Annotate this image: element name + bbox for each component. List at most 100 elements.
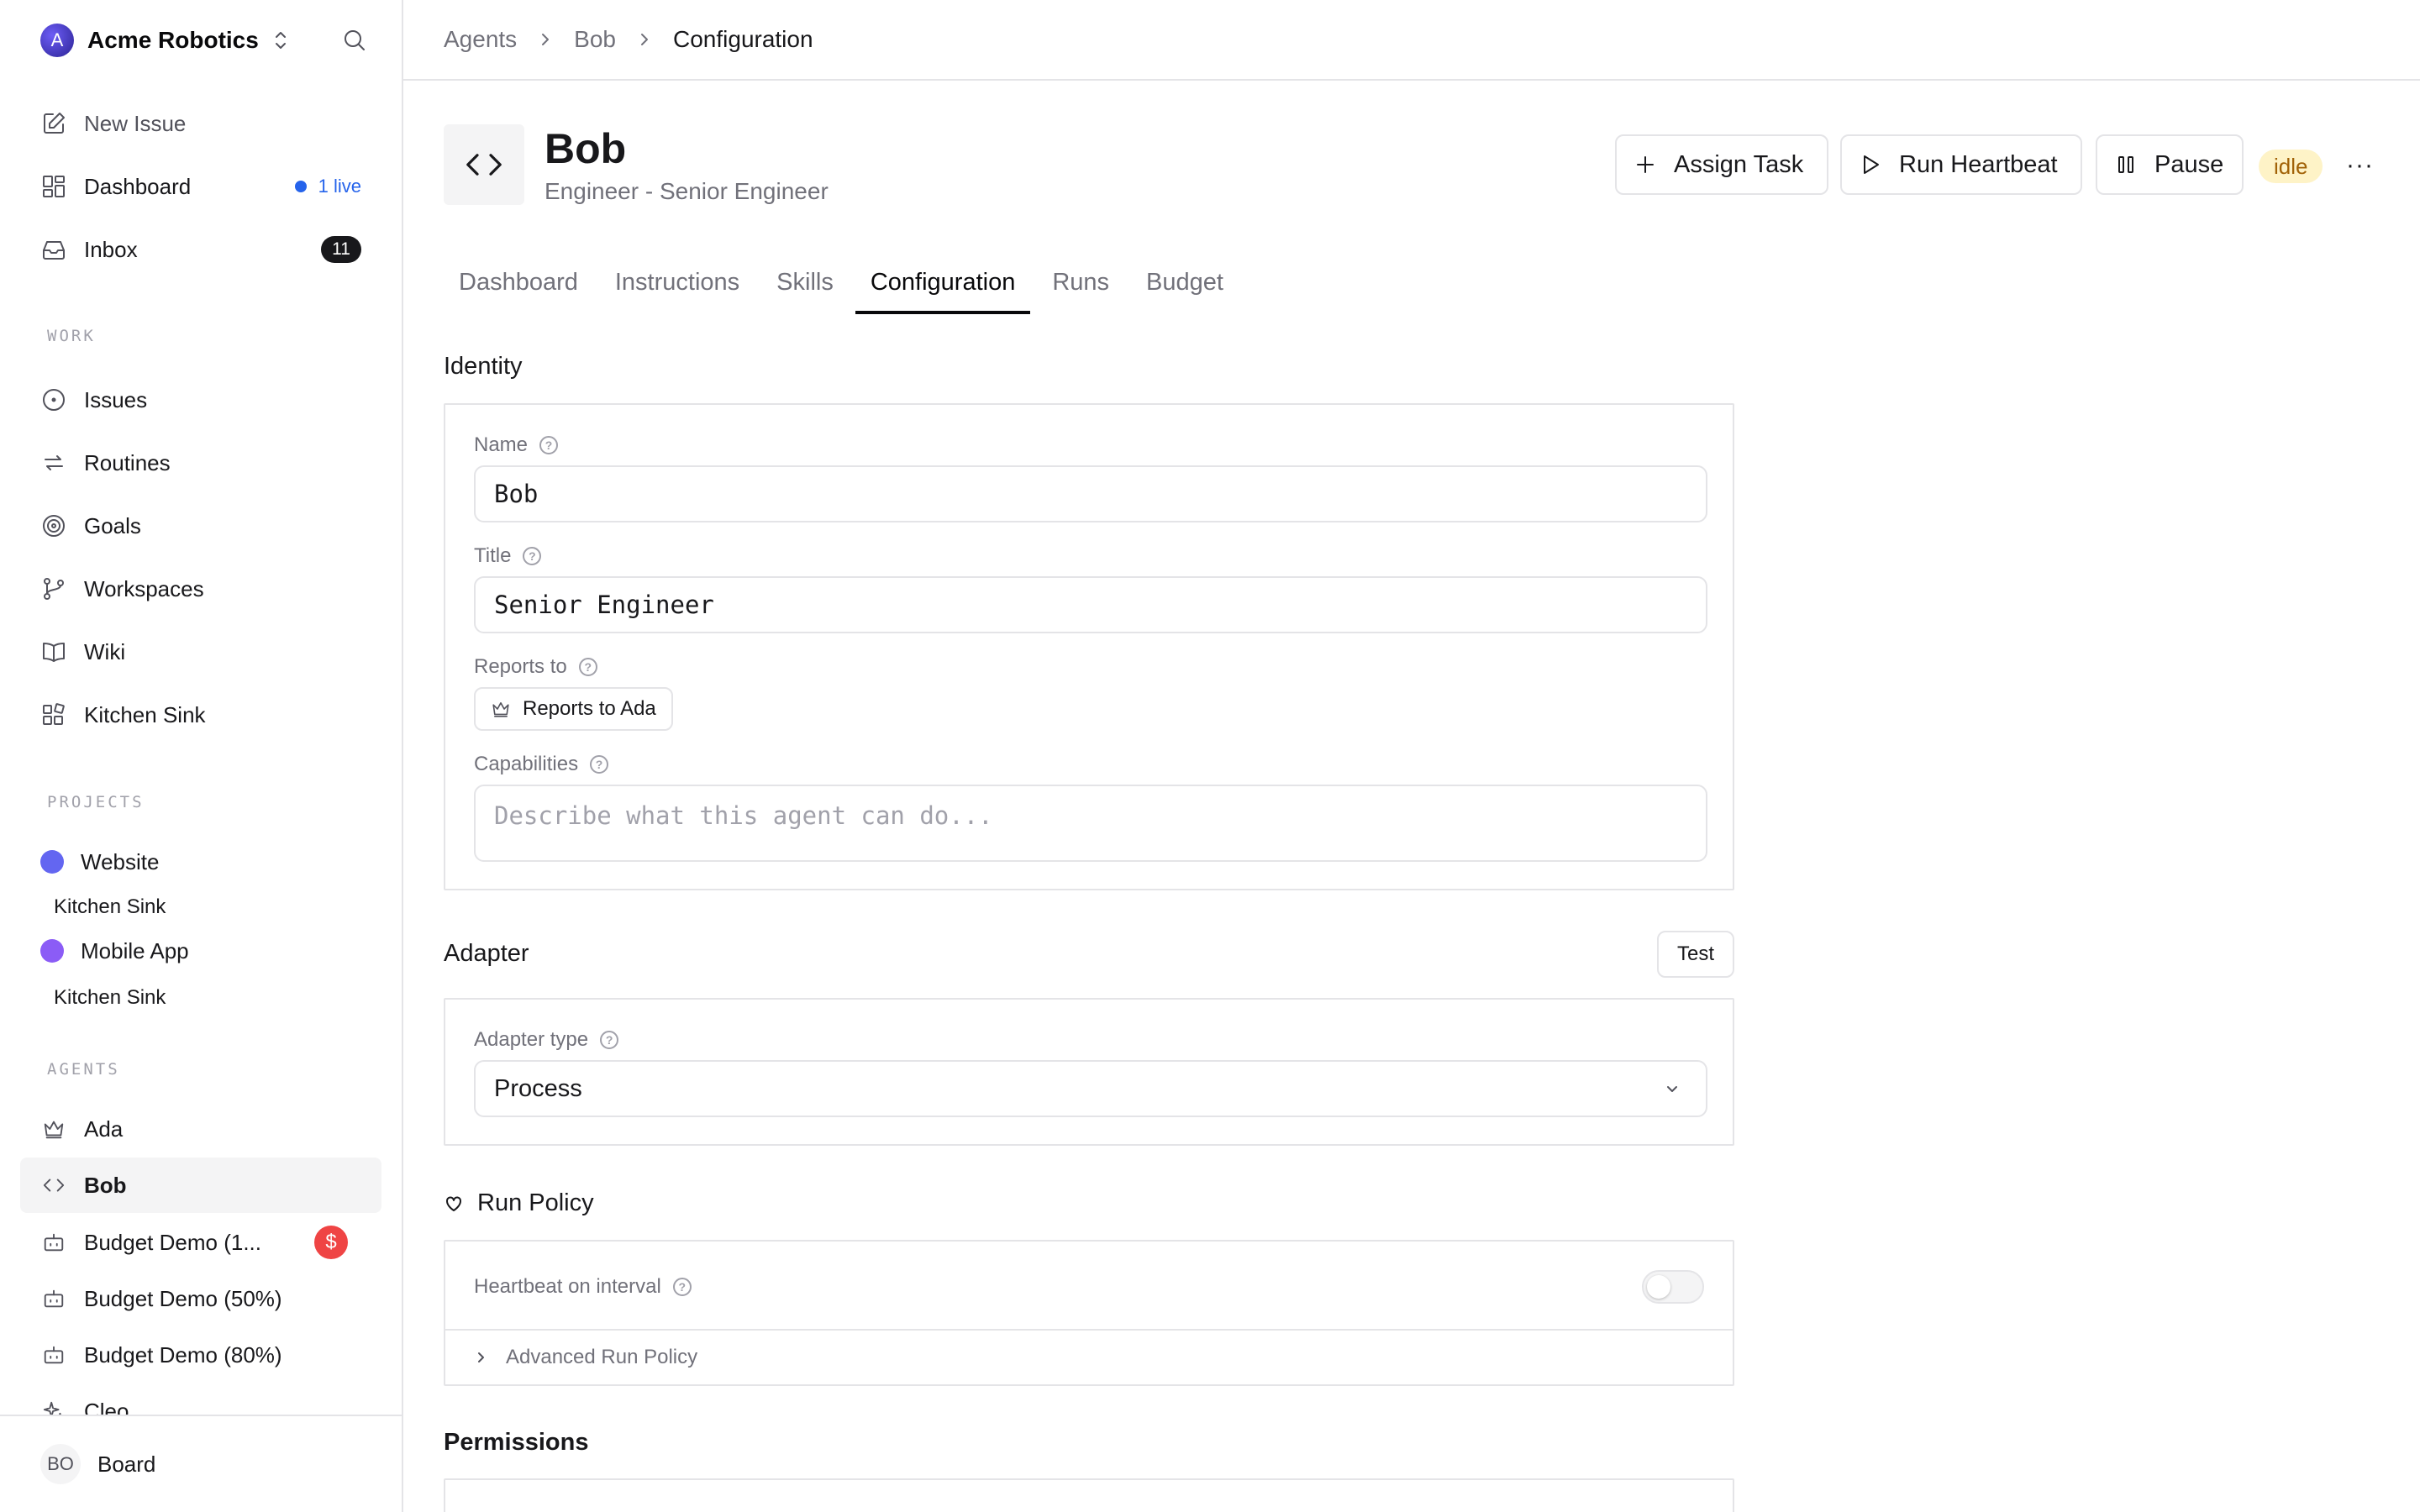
chevron-down-icon [1664, 1080, 1681, 1097]
sidebar-item-label: New Issue [84, 110, 187, 136]
tab-runs[interactable]: Runs [1037, 252, 1124, 312]
sidebar-item-inbox[interactable]: Inbox 11 [20, 222, 381, 277]
sidebar-item-label: Goals [84, 512, 141, 538]
sidebar: A Acme Robotics New Issue Dashboard 1 li… [0, 0, 403, 1512]
sidebar-item-agent-budget-demo-50[interactable]: Budget Demo (50%) [20, 1271, 381, 1326]
help-icon[interactable]: ? [672, 1278, 692, 1296]
tab-instructions[interactable]: Instructions [600, 252, 755, 312]
heartbeat-interval-label: Heartbeat on interval ? [474, 1275, 692, 1299]
sidebar-item-issues[interactable]: Issues [20, 372, 381, 428]
sidebar-item-label: Mobile App [81, 937, 189, 963]
identity-card: Name ? Bob Title ? Senior Engineer Repor… [444, 403, 1734, 890]
live-dot-icon [294, 181, 307, 192]
adapter-type-value: Process [494, 1074, 582, 1102]
tab-budget[interactable]: Budget [1131, 252, 1239, 312]
tab-bar: Dashboard Instructions Skills Configurat… [444, 252, 1245, 314]
org-logo: A [40, 24, 74, 57]
run-heartbeat-label: Run Heartbeat [1899, 150, 2058, 178]
help-icon[interactable]: ? [600, 1031, 619, 1049]
tab-configuration[interactable]: Configuration [855, 252, 1031, 314]
sidebar-item-project-website[interactable]: Website [20, 834, 381, 890]
name-label-text: Name [474, 433, 529, 456]
org-switcher[interactable]: A Acme Robotics [40, 24, 368, 57]
live-indicator: 1 live [294, 176, 361, 197]
capabilities-label-text: Capabilities [474, 753, 579, 775]
project-subitem-kitchen-sink[interactable]: Kitchen Sink [54, 895, 166, 919]
chevron-right-icon [476, 1349, 487, 1366]
plus-icon [1634, 153, 1657, 176]
divider [445, 1329, 1733, 1331]
project-subitem-kitchen-sink[interactable]: Kitchen Sink [54, 986, 166, 1010]
sidebar-item-label: Routines [84, 449, 171, 475]
sidebar-item-new-issue[interactable]: New Issue [20, 96, 381, 151]
sidebar-item-kitchen-sink[interactable]: Kitchen Sink [20, 687, 381, 743]
assign-task-label: Assign Task [1674, 150, 1804, 178]
sidebar-item-label: Budget Demo (50%) [84, 1285, 282, 1311]
avatar: BO [40, 1444, 81, 1484]
pause-label: Pause [2154, 150, 2224, 178]
heartbeat-interval-label-text: Heartbeat on interval [474, 1275, 661, 1298]
tab-skills[interactable]: Skills [761, 252, 849, 312]
capabilities-textarea[interactable]: Describe what this agent can do... [474, 785, 1707, 862]
sidebar-item-label: Budget Demo (1... [84, 1229, 261, 1255]
tab-dashboard[interactable]: Dashboard [444, 252, 593, 312]
sidebar-item-goals[interactable]: Goals [20, 498, 381, 554]
assign-task-button[interactable]: Assign Task [1615, 134, 1828, 195]
sidebar-item-agent-ada[interactable]: Ada [20, 1101, 381, 1157]
run-policy-title: Run Policy [477, 1189, 594, 1216]
blocks-icon [40, 701, 67, 728]
play-icon [1859, 153, 1882, 176]
name-field[interactable]: Bob [474, 465, 1707, 522]
section-header-agents: AGENTS [47, 1060, 120, 1079]
sidebar-item-label: Kitchen Sink [84, 701, 206, 727]
user-name: Board [97, 1451, 156, 1477]
breadcrumb-configuration: Configuration [673, 26, 813, 52]
sidebar-item-label: Issues [84, 386, 148, 412]
section-title-run-policy: Run Policy [444, 1189, 594, 1217]
pause-button[interactable]: Pause [2096, 134, 2244, 195]
run-heartbeat-button[interactable]: Run Heartbeat [1840, 134, 2082, 195]
sidebar-item-agent-bob[interactable]: Bob [20, 1158, 381, 1213]
help-icon[interactable]: ? [590, 755, 609, 774]
sidebar-item-agent-budget-demo-80[interactable]: Budget Demo (80%) [20, 1327, 381, 1383]
help-icon[interactable]: ? [523, 547, 542, 565]
sidebar-item-label: Budget Demo (80%) [84, 1341, 282, 1368]
title-field[interactable]: Senior Engineer [474, 576, 1707, 633]
sidebar-item-project-mobile-app[interactable]: Mobile App [20, 923, 381, 979]
breadcrumb: Agents Bob Configuration [403, 0, 2420, 81]
edit-icon [40, 110, 67, 137]
circle-dot-icon [40, 386, 67, 413]
adapter-type-label: Adapter type ? [474, 1028, 619, 1052]
title-label-text: Title [474, 544, 512, 567]
user-menu[interactable]: BO Board [0, 1415, 402, 1512]
search-icon[interactable] [341, 27, 368, 54]
agent-subtitle: Engineer - Senior Engineer [544, 178, 829, 204]
advanced-run-policy-toggle[interactable]: Advanced Run Policy [476, 1346, 697, 1369]
breadcrumb-agents[interactable]: Agents [444, 26, 517, 53]
capabilities-label: Capabilities ? [474, 753, 609, 776]
live-count: 1 live [318, 176, 361, 197]
help-icon[interactable]: ? [539, 436, 559, 454]
sidebar-item-routines[interactable]: Routines [20, 435, 381, 491]
heartbeat-interval-toggle[interactable] [1642, 1270, 1704, 1304]
section-title-identity: Identity [444, 353, 523, 380]
more-options-icon[interactable]: ··· [2346, 151, 2374, 180]
sidebar-item-wiki[interactable]: Wiki [20, 624, 381, 680]
reports-to-select[interactable]: Reports to Ada [474, 687, 673, 731]
sidebar-item-dashboard[interactable]: Dashboard 1 live [20, 159, 381, 214]
code-icon [40, 1172, 67, 1199]
chevron-right-icon [638, 31, 651, 48]
breadcrumb-bob[interactable]: Bob [574, 26, 616, 53]
bot-icon [40, 1341, 67, 1368]
reports-to-label-text: Reports to [474, 655, 567, 678]
adapter-card: Adapter type ? Process [444, 998, 1734, 1146]
help-icon[interactable]: ? [578, 658, 597, 676]
bot-icon [40, 1229, 67, 1256]
crown-icon [40, 1116, 67, 1142]
project-color-dot [40, 850, 64, 874]
sidebar-item-label: Dashboard [84, 173, 192, 199]
adapter-type-select[interactable]: Process [474, 1060, 1707, 1117]
test-button[interactable]: Test [1657, 931, 1734, 978]
sidebar-item-agent-budget-demo-1[interactable]: Budget Demo (1... $ [20, 1215, 381, 1270]
sidebar-item-workspaces[interactable]: Workspaces [20, 561, 381, 617]
